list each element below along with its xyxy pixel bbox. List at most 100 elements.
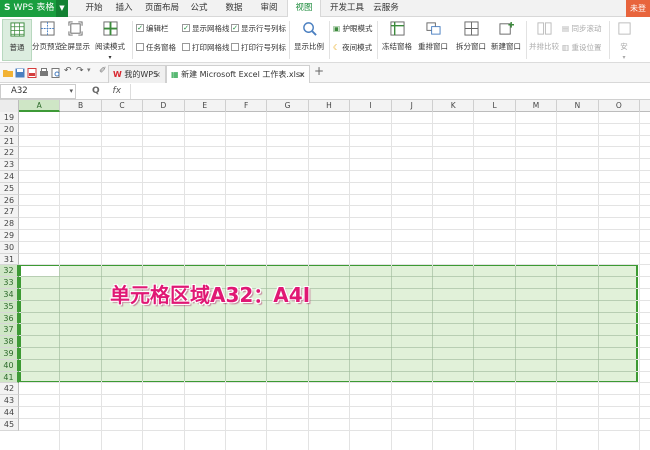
row-header-45[interactable]: 45 — [0, 418, 19, 431]
row-header-27[interactable]: 27 — [0, 206, 19, 219]
page-break-preview-button[interactable]: 分页预览 — [32, 19, 62, 61]
tab-formulas[interactable]: 公式 — [185, 0, 213, 17]
sync-scroll-button[interactable]: ▤ 同步滚动 — [562, 22, 601, 35]
row-header-40[interactable]: 40 — [0, 359, 19, 372]
tab-my-wps[interactable]: W 我的WPS × — [108, 65, 166, 83]
tab-workbook[interactable]: ▦ 新建 Microsoft Excel 工作表.xlsx * × — [166, 65, 310, 96]
login-button[interactable]: 未登 — [626, 0, 650, 17]
column-header-c[interactable]: C — [102, 100, 144, 112]
row-header-42[interactable]: 42 — [0, 383, 19, 396]
row-header-30[interactable]: 30 — [0, 241, 19, 254]
add-tab-icon[interactable]: + — [314, 64, 324, 78]
reading-mode-button[interactable]: 阅读模式 ▾ — [92, 19, 128, 61]
zoom-search-icon[interactable]: Q — [92, 86, 100, 96]
eye-protection-button[interactable]: ▣ 护眼模式 — [333, 22, 372, 35]
app-menu-button[interactable]: S WPS 表格 ▼ — [0, 0, 68, 17]
row-header-33[interactable]: 33 — [0, 277, 19, 289]
hide-button[interactable]: 安 ▾ — [612, 19, 636, 61]
column-header-k[interactable]: K — [433, 100, 475, 112]
selection-row-line — [21, 335, 636, 337]
column-header-j[interactable]: J — [392, 100, 433, 112]
column-header-g[interactable]: G — [267, 100, 309, 112]
close-icon[interactable]: × — [298, 66, 305, 83]
row-header-38[interactable]: 38 — [0, 336, 19, 348]
formula-input[interactable] — [130, 84, 648, 99]
row-header-29[interactable]: 29 — [0, 230, 19, 242]
row-header-28[interactable]: 28 — [0, 218, 19, 230]
undo-icon[interactable]: ↶ — [64, 66, 74, 76]
column-header-e[interactable]: E — [185, 100, 226, 112]
column-header-h[interactable]: H — [309, 100, 351, 112]
column-header-i[interactable]: I — [350, 100, 392, 112]
tab-view[interactable]: 视图 — [287, 0, 321, 18]
edit-bar-checkbox[interactable]: ✓ 编辑栏 — [136, 22, 169, 35]
normal-view-button[interactable]: 普通 — [2, 19, 32, 61]
row-header-36[interactable]: 36 — [0, 312, 19, 325]
function-fx-icon[interactable]: fx — [113, 86, 122, 96]
redo-icon[interactable]: ↷ — [76, 66, 86, 76]
export-pdf-icon[interactable] — [27, 68, 37, 78]
close-icon[interactable]: × — [154, 66, 161, 83]
app-title: WPS 表格 — [13, 3, 55, 13]
row-header-23[interactable]: 23 — [0, 159, 19, 171]
row-header-20[interactable]: 20 — [0, 123, 19, 136]
column-header-n[interactable]: N — [557, 100, 599, 112]
print-gridlines-checkbox[interactable]: 打印网格线 — [182, 41, 230, 54]
column-header-m[interactable]: M — [516, 100, 558, 112]
row-header-26[interactable]: 26 — [0, 194, 19, 207]
column-header-a[interactable]: A — [19, 100, 61, 112]
row-header-35[interactable]: 35 — [0, 300, 19, 313]
selection-row-line — [21, 370, 636, 372]
row-header-44[interactable]: 44 — [0, 407, 19, 419]
row-header-34[interactable]: 34 — [0, 289, 19, 301]
rearrange-windows-button[interactable]: 重排窗口 — [414, 19, 452, 61]
open-folder-icon[interactable] — [3, 68, 13, 78]
column-header-b[interactable]: B — [60, 100, 102, 112]
row-header-41[interactable]: 41 — [0, 371, 19, 384]
column-header-o[interactable]: O — [599, 100, 640, 112]
chevron-down-icon[interactable]: ▾ — [69, 85, 73, 98]
night-mode-button[interactable]: ☾ 夜间模式 — [333, 41, 372, 54]
column-header-f[interactable]: F — [226, 100, 268, 112]
print-preview-icon[interactable] — [51, 68, 61, 78]
new-window-button[interactable]: 新建窗口 — [489, 19, 523, 61]
tab-developer[interactable]: 开发工具 — [325, 0, 369, 17]
zoom-button[interactable]: 显示比例 — [292, 19, 326, 61]
reset-position-icon: ▥ — [562, 43, 570, 52]
tab-data[interactable]: 数据 — [218, 0, 250, 17]
row-header-37[interactable]: 37 — [0, 324, 19, 337]
print-headers-checkbox[interactable]: 打印行号列标 — [231, 41, 286, 54]
chevron-down-icon[interactable]: ▼ — [56, 0, 68, 17]
column-header-l[interactable]: L — [474, 100, 516, 112]
freeze-panes-button[interactable]: 冻结窗格 — [380, 19, 414, 61]
row-header-32[interactable]: 32 — [0, 265, 19, 278]
row-header-22[interactable]: 22 — [0, 147, 19, 160]
select-all-corner[interactable] — [0, 100, 19, 112]
show-headers-checkbox[interactable]: ✓ 显示行号列标 — [231, 22, 286, 35]
name-box[interactable]: A32 ▾ — [0, 84, 76, 99]
row-header-39[interactable]: 39 — [0, 348, 19, 360]
column-header-d[interactable]: D — [143, 100, 185, 112]
chevron-down-icon[interactable]: ▾ — [87, 66, 97, 76]
tab-review[interactable]: 审阅 — [254, 0, 284, 17]
row-header-25[interactable]: 25 — [0, 182, 19, 195]
row-header-24[interactable]: 24 — [0, 171, 19, 183]
tab-page-layout[interactable]: 页面布局 — [140, 0, 184, 17]
active-cell[interactable] — [21, 266, 60, 277]
tab-insert[interactable]: 插入 — [110, 0, 138, 17]
row-header-21[interactable]: 21 — [0, 135, 19, 148]
row-header-43[interactable]: 43 — [0, 395, 19, 407]
task-pane-checkbox[interactable]: 任务窗格 — [136, 41, 176, 54]
row-header-19[interactable]: 19 — [0, 112, 19, 124]
show-gridlines-checkbox[interactable]: ✓ 显示网格线 — [182, 22, 230, 35]
reset-position-button[interactable]: ▥ 重设位置 — [562, 41, 601, 54]
side-by-side-button[interactable]: 并排比较 — [528, 19, 560, 61]
row-header-31[interactable]: 31 — [0, 253, 19, 266]
save-icon[interactable] — [15, 68, 25, 78]
print-icon[interactable] — [39, 68, 49, 78]
tab-home[interactable]: 开始 — [78, 0, 110, 17]
tab-cloud[interactable]: 云服务 — [370, 0, 402, 17]
grid-row-line — [19, 158, 650, 160]
split-window-button[interactable]: 拆分窗口 — [454, 19, 488, 61]
fullscreen-button[interactable]: 全屏显示 — [60, 19, 90, 61]
